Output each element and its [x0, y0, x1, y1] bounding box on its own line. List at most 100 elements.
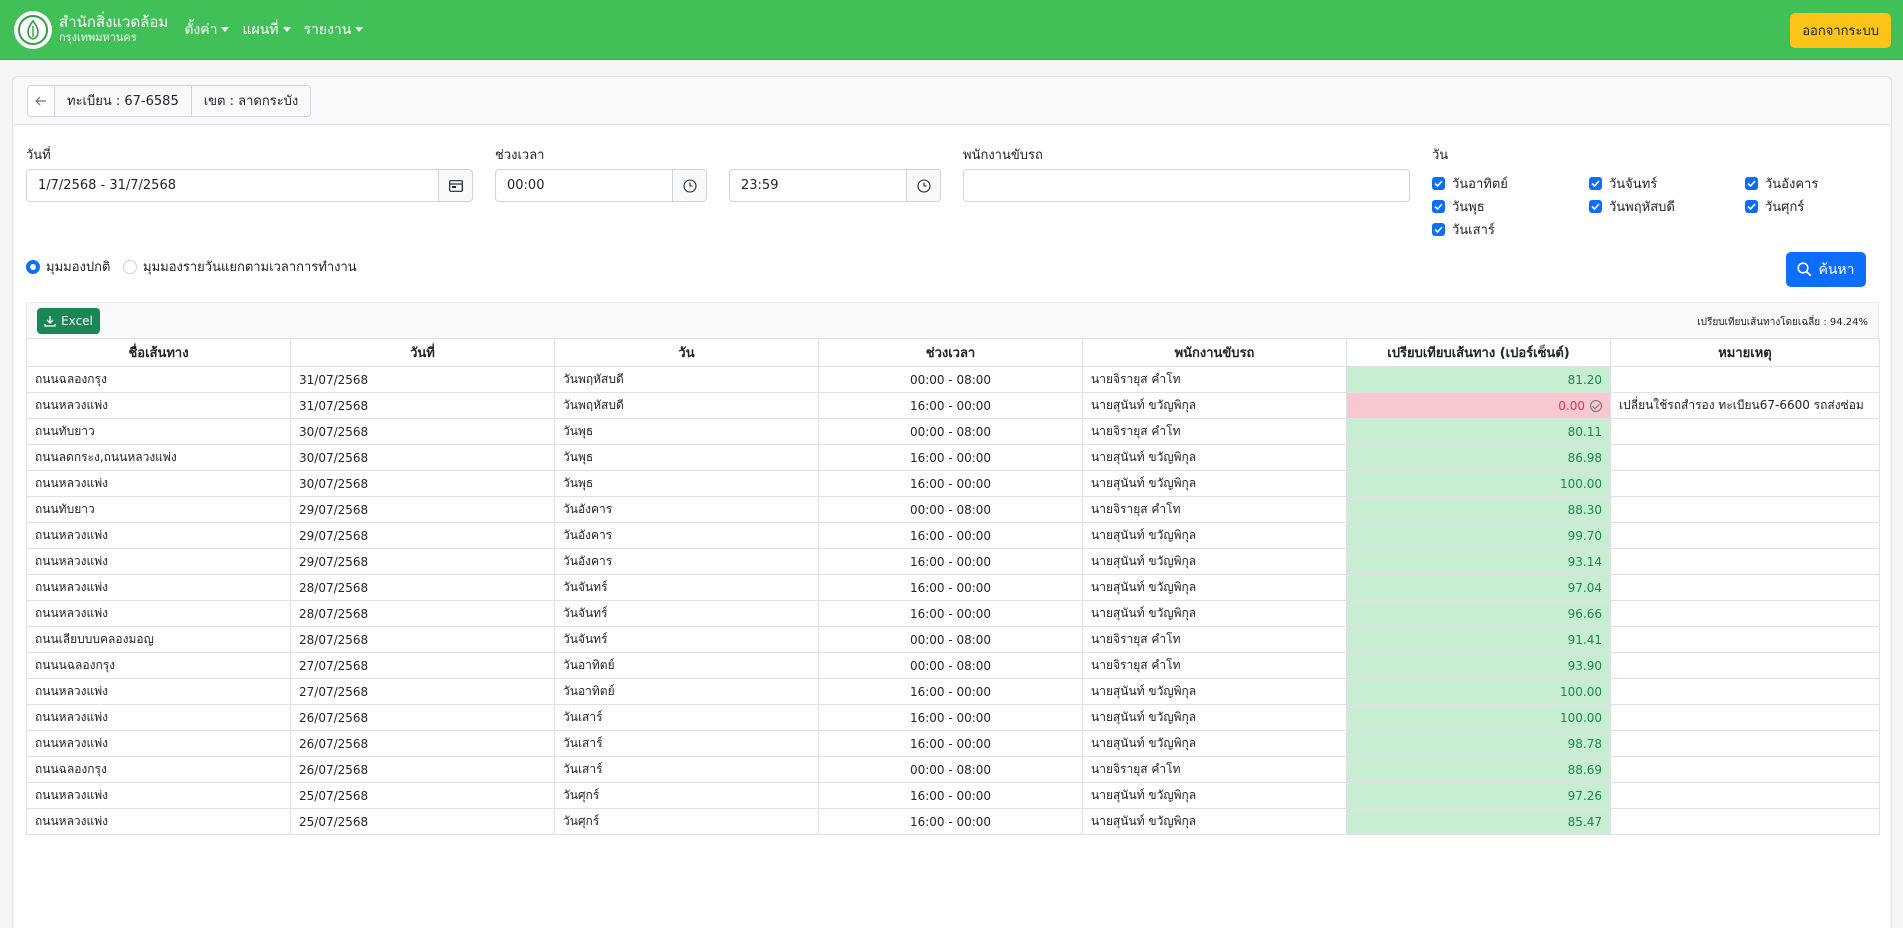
table-row[interactable]: ถนนหลวงแพ่ง 30/07/2568 วันพุธ 16:00 - 00:00… — [26, 470, 1880, 497]
percentage-cell: 81.20 — [1346, 366, 1611, 393]
driver-cell-text: นายจิรายุส คำโท — [1091, 632, 1181, 646]
clock-icon[interactable] — [906, 170, 940, 201]
day-cell-text: วันเสาร์ — [563, 762, 603, 776]
day-checkbox-wednesday[interactable]: วันพุธ — [1432, 196, 1485, 217]
driver-cell: นายจิรายุส คำโท — [1082, 418, 1347, 445]
driver-cell-text: นายจิรายุส คำโท — [1091, 762, 1181, 776]
logout-button[interactable]: ออกจากระบบ — [1790, 13, 1891, 48]
back-arrow-icon[interactable] — [28, 85, 55, 116]
date-cell: 26/07/2568 — [290, 756, 555, 783]
route-cell: ถนนนฉลองกรุง — [26, 652, 291, 679]
checkbox-checked-icon — [1589, 200, 1602, 213]
time-cell: 16:00 - 00:00 — [818, 704, 1083, 731]
date-cell: 26/07/2568 — [290, 730, 555, 757]
time-cell-text: 16:00 - 00:00 — [909, 554, 992, 569]
view-daily-radio[interactable]: มุมมองรายวันแยกตามเวลาการทำงาน — [123, 256, 357, 277]
excel-export-button[interactable]: Excel — [37, 308, 100, 334]
column-header-route[interactable]: ชื่อเส้นทาง — [26, 338, 291, 367]
column-header-time[interactable]: ช่วงเวลา — [818, 338, 1083, 367]
day-label-wednesday: วันพุธ — [1452, 200, 1485, 215]
table-row[interactable]: ถนนหลวงแพ่ง 29/07/2568 วันอังคาร 16:00 - 00… — [26, 522, 1880, 549]
checkbox-checked-icon — [1745, 200, 1758, 213]
day-checkbox-tuesday[interactable]: วันอังคาร — [1745, 173, 1818, 194]
check-circle-icon[interactable] — [1590, 400, 1602, 412]
column-header-day[interactable]: วัน — [554, 338, 819, 367]
nav-map-menu[interactable]: แผนที่ — [242, 19, 291, 41]
caret-down-icon — [355, 27, 364, 32]
nav-report-menu[interactable]: รายงาน — [304, 19, 364, 41]
nav-settings-menu[interactable]: ตั้งค่า — [184, 19, 230, 41]
driver-cell: นายจิรายุส คำโท — [1082, 652, 1347, 679]
date-cell-text: 27/07/2568 — [299, 658, 369, 673]
day-checkbox-thursday[interactable]: วันพฤหัสบดี — [1589, 196, 1675, 217]
table-row[interactable]: ถนนหลวงแพ่ง 28/07/2568 วันจันทร์ 16:00 - 00… — [26, 600, 1880, 627]
vehicle-breadcrumb: ทะเบียน : 67-6585 เขต : ลาดกระบัง — [27, 84, 312, 117]
note-cell — [1610, 522, 1880, 549]
time-cell-text: 16:00 - 00:00 — [909, 606, 992, 621]
table-row[interactable]: ถนนทับยาว 30/07/2568 วันพุธ 00:00 - 08:00 นา… — [26, 418, 1880, 445]
table-row[interactable]: ถนนฉลองกรุง 26/07/2568 วันเสาร์ 00:00 - 08:… — [26, 756, 1880, 783]
brand[interactable]: สำนักสิ่งแวดล้อม กรุงเทพมหานคร — [14, 10, 168, 49]
driver-cell: นายสุนันท์ ขวัญพิกุล — [1082, 470, 1347, 497]
time-from-value: 00:00 — [507, 178, 545, 193]
time-cell: 16:00 - 00:00 — [818, 782, 1083, 809]
day-cell-text: วันพฤหัสบดี — [563, 398, 624, 412]
date-cell: 29/07/2568 — [290, 496, 555, 523]
date-range-value: 1/7/2568 - 31/7/2568 — [38, 178, 176, 193]
percentage-cell: 93.14 — [1346, 548, 1611, 575]
search-button[interactable]: ค้นหา — [1786, 252, 1866, 287]
table-row[interactable]: ถนนหลวงแพ่ง 31/07/2568 วันพฤหัสบดี 16:00 - … — [26, 392, 1880, 419]
plate-label: ทะเบียน : 67-6585 — [55, 85, 192, 116]
table-row[interactable]: ถนนหลวงแพ่ง 25/07/2568 วันศุกร์ 16:00 - 00:… — [26, 782, 1880, 809]
table-row[interactable]: ถนนเลียบบบคลองมอญ 28/07/2568 วันจันทร์ 00:0… — [26, 626, 1880, 653]
table-row[interactable]: ถนนหลวงแพ่ง 29/07/2568 วันอังคาร 16:00 - 00… — [26, 548, 1880, 575]
column-header-driver[interactable]: พนักงานขับรถ — [1082, 338, 1347, 367]
table-row[interactable]: ถนนลดกระง,ถนนหลวงแพ่ง 30/07/2568 วันพุธ 16:… — [26, 444, 1880, 471]
table-row[interactable]: ถนนทับยาว 29/07/2568 วันอังคาร 00:00 - 08:0… — [26, 496, 1880, 523]
top-navbar: สำนักสิ่งแวดล้อม กรุงเทพมหานคร ตั้งค่า แ… — [0, 0, 1903, 60]
average-comparison-text: เปรียบเทียบเส้นทางโดยเฉลี่ย : 94.24% — [1697, 317, 1868, 328]
date-cell: 29/07/2568 — [290, 522, 555, 549]
day-checkbox-monday[interactable]: วันจันทร์ — [1589, 173, 1657, 194]
driver-cell-text: นายสุนันท์ ขวัญพิกุล — [1091, 528, 1197, 542]
day-label-monday: วันจันทร์ — [1609, 177, 1658, 192]
view-normal-radio[interactable]: มุมมองปกติ — [26, 256, 110, 277]
route-cell-text: ถนนหลวงแพ่ง — [35, 814, 109, 828]
percentage-cell-text: 97.26 — [1567, 788, 1602, 803]
table-row[interactable]: ถนนหลวงแพ่ง 27/07/2568 วันอาทิตย์ 16:00 - 0… — [26, 678, 1880, 705]
time-cell: 16:00 - 00:00 — [818, 392, 1083, 419]
driver-input[interactable] — [963, 169, 1410, 202]
day-checkbox-saturday[interactable]: วันเสาร์ — [1432, 219, 1495, 240]
checkbox-checked-icon — [1589, 177, 1602, 190]
date-cell: 28/07/2568 — [290, 600, 555, 627]
date-range-input[interactable]: 1/7/2568 - 31/7/2568 — [26, 169, 473, 202]
time-cell-text: 16:00 - 00:00 — [909, 398, 992, 413]
table-row[interactable]: ถนนหลวงแพ่ง 25/07/2568 วันศุกร์ 16:00 - 00:… — [26, 808, 1880, 835]
day-cell-text: วันพุธ — [563, 424, 594, 438]
column-header-note[interactable]: หมายเหตุ — [1610, 338, 1880, 367]
note-cell-text: เปลี่ยนใช้รถสำรอง ทะเบียน67-6600 รถส่งซ่… — [1619, 398, 1864, 412]
table-row[interactable]: ถนนนฉลองกรุง 27/07/2568 วันอาทิตย์ 00:00 - … — [26, 652, 1880, 679]
driver-cell: นายสุนันท์ ขวัญพิกุล — [1082, 392, 1347, 419]
table-row[interactable]: ถนนหลวงแพ่ง 26/07/2568 วันเสาร์ 16:00 - 00:… — [26, 730, 1880, 757]
time-from-input[interactable]: 00:00 — [495, 169, 707, 202]
route-cell-text: ถนนหลวงแพ่ง — [35, 736, 109, 750]
table-row[interactable]: ถนนหลวงแพ่ง 28/07/2568 วันจันทร์ 16:00 - 00… — [26, 574, 1880, 601]
percentage-cell-text: 86.98 — [1567, 450, 1602, 465]
view-normal-label: มุมมองปกติ — [46, 260, 111, 275]
day-checkbox-sunday[interactable]: วันอาทิตย์ — [1432, 173, 1508, 194]
driver-cell: นายจิรายุส คำโท — [1082, 626, 1347, 653]
column-header-percentage[interactable]: เปรียบเทียบเส้นทาง (เปอร์เซ็นต์) — [1346, 338, 1611, 367]
note-cell — [1610, 418, 1880, 445]
date-label: วันที่ — [26, 148, 51, 163]
clock-icon[interactable] — [672, 170, 706, 201]
column-header-date[interactable]: วันที่ — [290, 338, 555, 367]
calendar-icon[interactable] — [438, 170, 472, 201]
date-cell: 26/07/2568 — [290, 704, 555, 731]
day-checkbox-friday[interactable]: วันศุกร์ — [1745, 196, 1804, 217]
table-row[interactable]: ถนนหลวงแพ่ง 26/07/2568 วันเสาร์ 16:00 - 00:… — [26, 704, 1880, 731]
note-cell — [1610, 756, 1880, 783]
table-row[interactable]: ถนนฉลองกรุง 31/07/2568 วันพฤหัสบดี 00:00 - … — [26, 366, 1880, 393]
time-to-input[interactable]: 23:59 — [729, 169, 941, 202]
day-cell: วันพฤหัสบดี — [554, 366, 819, 393]
